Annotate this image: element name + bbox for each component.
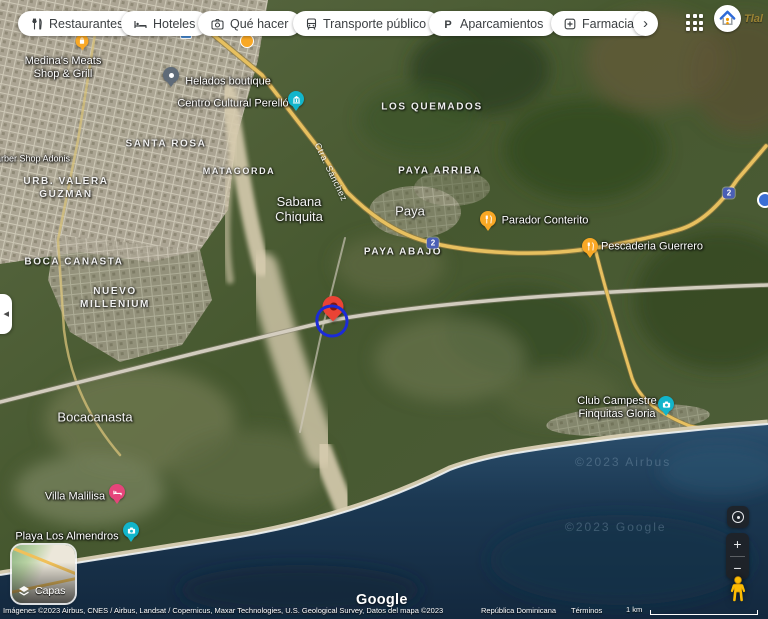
house-logo-icon	[714, 5, 741, 32]
route-2-shield: 2	[723, 188, 735, 199]
museum-pin-centro-cultural[interactable]	[288, 91, 304, 107]
layers-button[interactable]: Capas	[12, 545, 75, 603]
mini-yellow-marker[interactable]	[240, 34, 254, 48]
pin-dot-icon	[169, 73, 174, 78]
category-chip-que-hacer[interactable]: Qué hacer	[198, 11, 301, 36]
imagery-attribution: Imágenes ©2023 Airbus, CNES / Airbus, La…	[3, 606, 443, 615]
site-logo-text: Tlal	[744, 13, 763, 25]
pharmacy-icon	[564, 18, 576, 30]
camera-icon	[211, 18, 224, 30]
generic-pin-helados[interactable]	[163, 67, 179, 83]
category-chip-aparcamientos[interactable]: P Aparcamientos	[429, 11, 556, 36]
pegman-icon	[729, 575, 747, 603]
chip-label: Restaurantes	[49, 17, 123, 31]
chevron-left-icon: ◂	[3, 307, 9, 320]
transit-icon	[306, 18, 317, 30]
chip-label: Farmacias	[582, 17, 640, 31]
zoom-in-button[interactable]: +	[726, 533, 749, 556]
collapse-panel-arrow-button[interactable]: ◂	[0, 294, 12, 334]
site-logo: Tlal	[714, 5, 763, 32]
google-apps-grid-icon[interactable]	[686, 14, 703, 31]
fork-knife-icon	[484, 215, 493, 224]
utensils-icon	[31, 18, 43, 30]
bed-icon	[134, 18, 147, 30]
museum-icon	[292, 95, 301, 104]
layers-icon	[18, 585, 30, 597]
terms-link[interactable]: Términos	[571, 606, 602, 615]
restaurant-pin-pescaderia[interactable]	[582, 238, 598, 254]
chip-label: Aparcamientos	[460, 17, 543, 31]
chip-label: Qué hacer	[230, 17, 288, 31]
my-location-button[interactable]	[727, 506, 749, 528]
category-chip-restaurantes[interactable]: Restaurantes	[18, 11, 136, 36]
chip-label: Transporte público	[323, 17, 426, 31]
scale-bar	[650, 610, 758, 615]
category-chip-hoteles[interactable]: Hoteles	[121, 11, 208, 36]
attraction-pin-playa-almendros[interactable]	[123, 522, 139, 538]
camera-icon	[127, 526, 136, 535]
camera-icon	[662, 400, 671, 409]
shopping-bag-icon	[79, 38, 86, 45]
more-categories-button[interactable]: ›	[633, 11, 658, 36]
svg-text:P: P	[444, 19, 451, 30]
shopping-pin-medinas[interactable]	[76, 35, 89, 48]
satellite-map-canvas[interactable]	[0, 0, 768, 619]
fork-knife-icon	[586, 242, 595, 251]
saved-place-blue-marker[interactable]	[757, 192, 768, 208]
parking-icon: P	[442, 18, 454, 30]
zoom-control: + −	[726, 533, 749, 579]
category-chip-transporte-publico[interactable]: Transporte público	[293, 11, 439, 36]
bed-icon	[113, 488, 122, 497]
lodging-pin-villa-malilisa[interactable]	[109, 484, 125, 500]
attraction-pin-club-campestre[interactable]	[658, 396, 674, 412]
scale-label: 1 km	[626, 605, 642, 614]
chip-label: Hoteles	[153, 17, 195, 31]
layers-label: Capas	[35, 585, 65, 597]
my-location-icon	[732, 511, 744, 523]
route-2-shield: 2	[427, 238, 439, 249]
pegman-street-view[interactable]	[729, 575, 747, 608]
region-link[interactable]: República Dominicana	[481, 606, 556, 615]
google-maps-satellite-view: ©2023 Airbus ©2023 Google Medina's Meats…	[0, 0, 768, 619]
restaurant-pin-parador[interactable]	[480, 211, 496, 227]
